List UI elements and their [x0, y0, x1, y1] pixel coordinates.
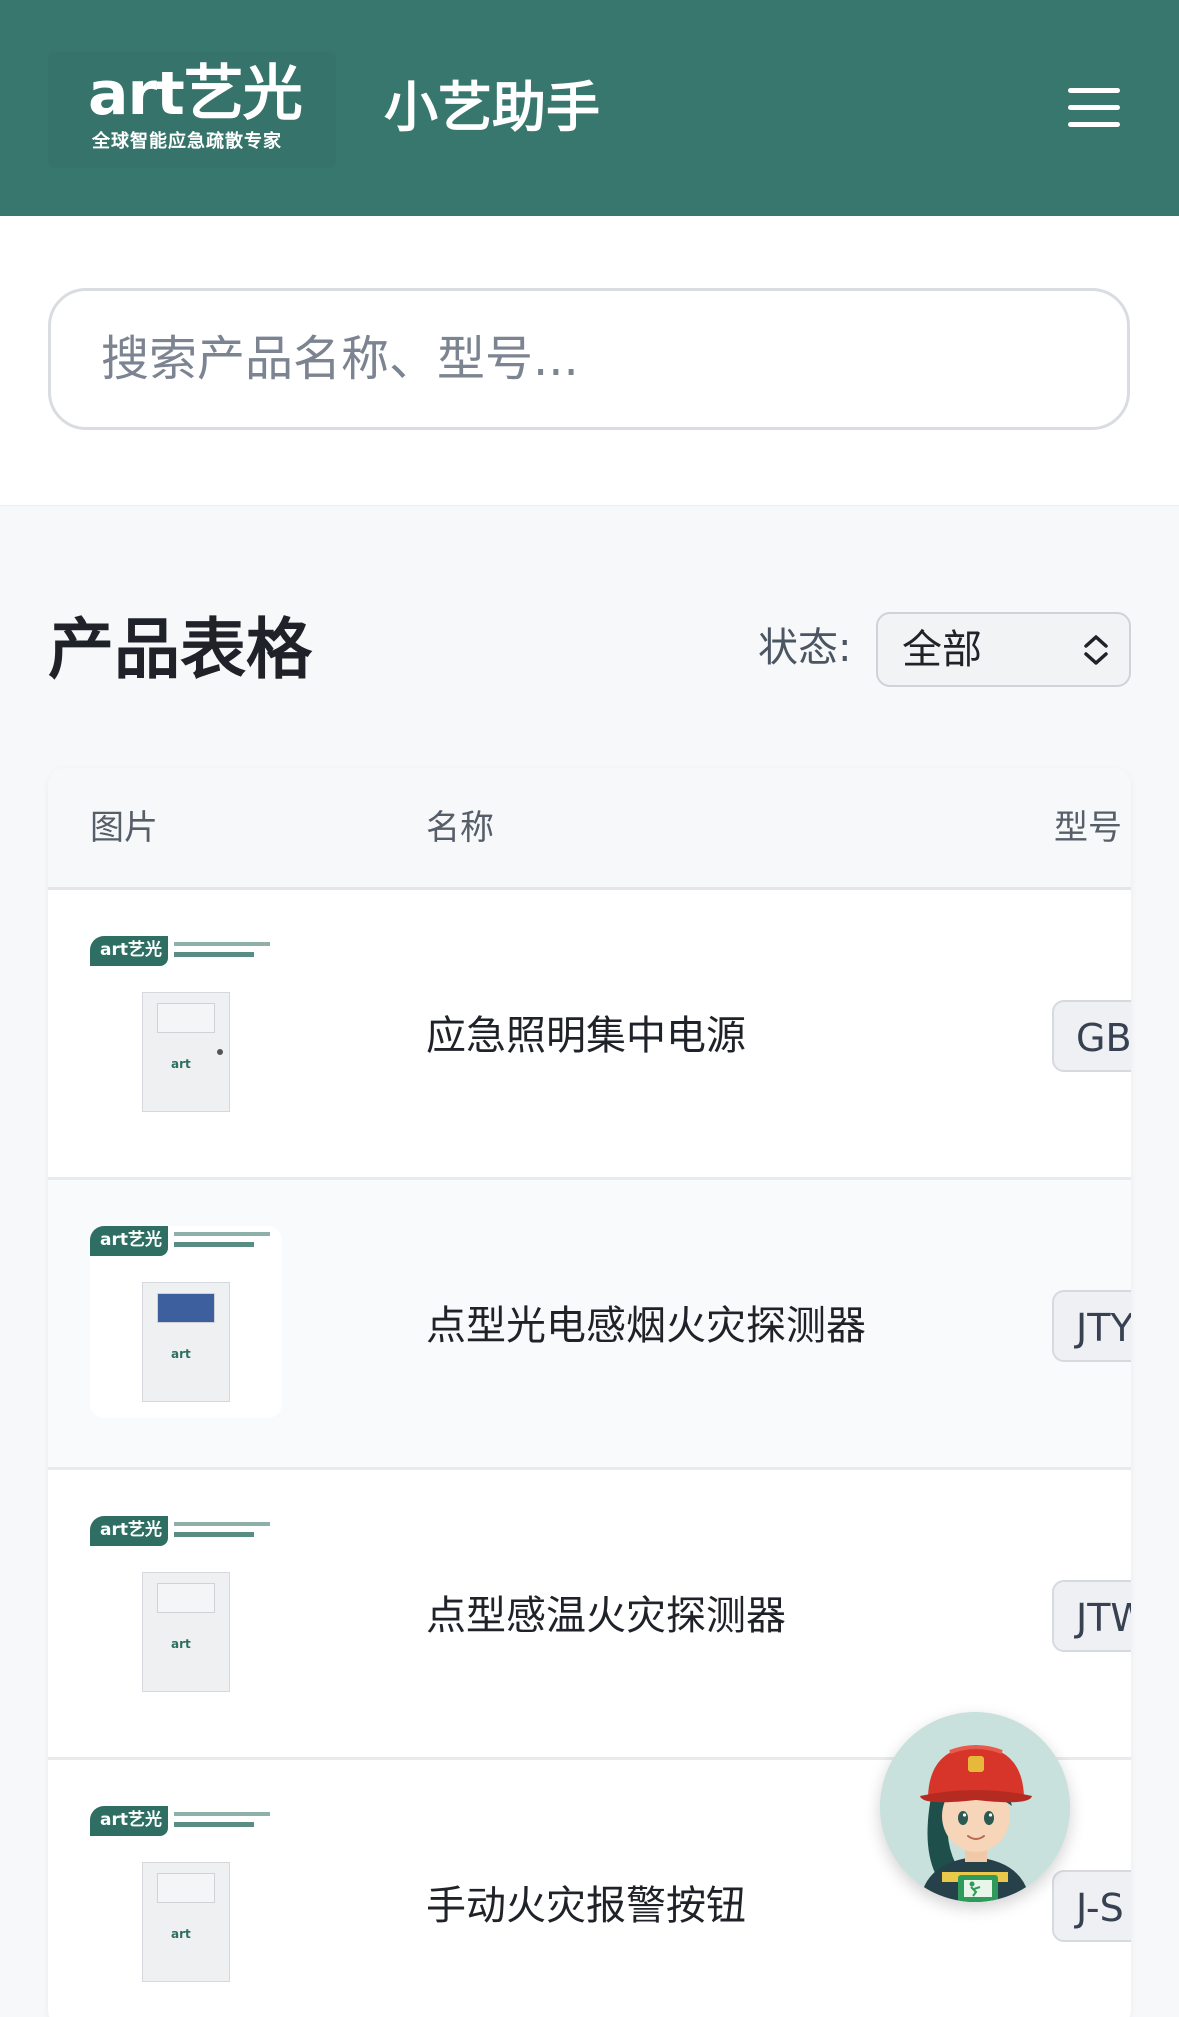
product-model-badge: JTW — [1052, 1580, 1131, 1652]
product-image: art艺光 art — [90, 936, 282, 1128]
product-name: 手动火灾报警按钮 — [426, 1883, 746, 1929]
status-filter-select[interactable]: 全部 — [876, 612, 1131, 687]
product-name: 点型光电感烟火灾探测器 — [426, 1303, 866, 1349]
table-row[interactable]: art艺光 art 点型光电感烟火灾探测器 JTY — [48, 1180, 1131, 1470]
product-image: art艺光 art — [90, 1226, 282, 1418]
product-image: art艺光 art — [90, 1806, 282, 1998]
section-title: 产品表格 — [48, 611, 312, 688]
product-model-badge: J-S — [1052, 1870, 1131, 1942]
select-chevron-icon — [1084, 635, 1108, 665]
status-filter-label: 状态: — [758, 625, 852, 671]
search-section — [0, 216, 1179, 506]
column-header-name: 名称 — [426, 808, 494, 848]
assistant-avatar-art — [880, 1712, 1070, 1902]
product-name: 点型感温火灾探测器 — [426, 1593, 786, 1639]
product-name: 应急照明集中电源 — [426, 1013, 746, 1059]
product-model-badge: JTY — [1052, 1290, 1131, 1362]
search-input[interactable] — [48, 288, 1130, 430]
table-row[interactable]: art艺光 art 应急照明集中电源 GB — [48, 890, 1131, 1180]
firefighter-assistant-avatar-icon[interactable] — [880, 1712, 1070, 1902]
product-image: art艺光 art — [90, 1516, 282, 1708]
table-header: 图片 名称 型号 — [48, 768, 1131, 890]
app-header: art艺光 全球智能应急疏散专家 小艺助手 — [0, 0, 1179, 216]
column-header-image: 图片 — [90, 808, 158, 848]
product-model-badge: GB — [1052, 1000, 1131, 1072]
column-header-model: 型号 — [1054, 808, 1122, 848]
logo-wordmark: art艺光 — [88, 59, 303, 129]
logo-tagline: 全球智能应急疏散专家 — [92, 131, 282, 152]
hamburger-menu-icon[interactable] — [1060, 78, 1126, 138]
status-filter-value: 全部 — [902, 627, 982, 673]
brand-logo[interactable]: art艺光 全球智能应急疏散专家 — [48, 52, 336, 168]
app-title: 小艺助手 — [384, 76, 600, 139]
